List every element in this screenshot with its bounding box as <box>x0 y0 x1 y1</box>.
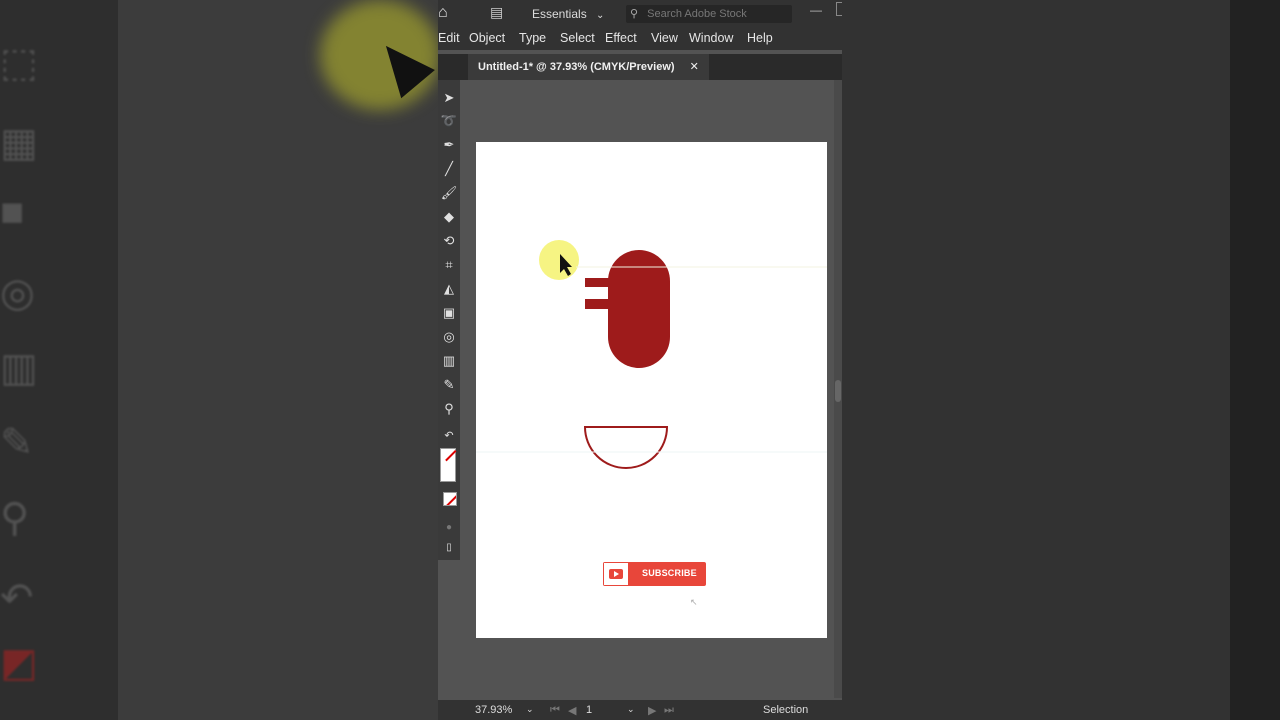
blurred-mesh-icon: ▦ <box>0 121 38 165</box>
menu-type[interactable]: Type <box>519 31 546 45</box>
home-icon[interactable]: ⌂ <box>438 4 448 22</box>
artboard-number[interactable]: 1 <box>586 704 592 716</box>
minimize-icon[interactable]: — <box>810 3 822 17</box>
shape-builder-tool-icon[interactable]: ◭ <box>438 279 460 299</box>
subscribe-label: SUBSCRIBE <box>642 568 697 578</box>
youtube-logo-box <box>603 562 629 586</box>
scroll-thumb[interactable] <box>835 380 841 402</box>
red-prong-bottom[interactable] <box>585 299 609 309</box>
vertical-scrollbar[interactable] <box>834 80 842 698</box>
blurred-artboard-icon: ⬚ <box>0 41 38 85</box>
menu-help[interactable]: Help <box>747 31 773 45</box>
menu-window[interactable]: Window <box>689 31 733 45</box>
blurred-zoom-icon: ⚲ <box>0 496 30 540</box>
tools-panel: ➤ ➰ ✒ ╱ 🖌 ◆ ⟲ ⌗ ◭ ▣ ◎ ▥ ✎ ⚲ ↶ ● ▯ <box>438 80 460 560</box>
graph-tool-icon[interactable]: ▥ <box>438 351 460 371</box>
blurred-fill-icon: ◩ <box>0 641 38 685</box>
pen-tool-icon[interactable]: ✒ <box>438 135 460 155</box>
search-placeholder: Search Adobe Stock <box>647 8 747 20</box>
red-rounded-shape[interactable] <box>608 250 670 368</box>
background-blur-left: ⬚ ▦ ■ ◎ ▥ ✎ ⚲ ↶ ◩ <box>0 0 438 720</box>
next-artboard-icon[interactable]: ▶ <box>648 704 656 717</box>
menu-edit[interactable]: Edit <box>438 31 460 45</box>
workspace-layout-icon[interactable]: ▤ <box>490 4 503 21</box>
gradient-tool-icon[interactable]: ▣ <box>438 303 460 323</box>
last-artboard-icon[interactable]: ⏭ <box>664 704 674 717</box>
application-bar: ⌂ ▤ Essentials ⌄ ⚲ Search Adobe Stock — <box>438 0 842 28</box>
document-tab[interactable]: Untitled-1* @ 37.93% (CMYK/Preview) ✕ <box>468 54 709 80</box>
canvas-area[interactable]: SUBSCRIBE ↖ <box>460 80 834 698</box>
eyedropper-tool-icon[interactable]: ✎ <box>438 375 460 395</box>
zoom-level[interactable]: 37.93% <box>475 704 512 716</box>
chevron-down-icon: ⌄ <box>596 10 605 21</box>
paintbrush-tool-icon[interactable]: 🖌 <box>438 183 460 203</box>
window-frame-edge <box>836 2 842 16</box>
artboard[interactable]: SUBSCRIBE ↖ <box>476 142 827 638</box>
eraser-tool-icon[interactable]: ◆ <box>438 207 460 227</box>
zoom-dropdown-icon[interactable]: ⌄ <box>526 704 534 715</box>
menu-bar: Edit Object Type Select Effect View Wind… <box>438 28 842 50</box>
menu-effect[interactable]: Effect <box>605 31 637 45</box>
rotate-tool-icon[interactable]: ⟲ <box>438 231 460 251</box>
menu-view[interactable]: View <box>651 31 678 45</box>
blurred-blend-icon: ◎ <box>0 271 35 315</box>
blurred-gradient-icon: ■ <box>0 190 25 234</box>
none-color-slash-icon <box>445 493 456 505</box>
screen-mode-icon[interactable]: ▯ <box>438 538 460 558</box>
pointer-cursor-icon: ↖ <box>690 597 698 607</box>
play-triangle-icon <box>614 571 619 577</box>
search-icon: ⚲ <box>630 8 639 20</box>
workspace-switcher[interactable]: Essentials ⌄ <box>532 7 604 21</box>
prev-artboard-icon[interactable]: ◀ <box>568 704 576 717</box>
blurred-graph-icon: ▥ <box>0 346 38 390</box>
lasso-tool-icon[interactable]: ➰ <box>438 111 460 131</box>
search-stock-field[interactable]: ⚲ Search Adobe Stock <box>626 5 792 23</box>
background-right-edge <box>1230 0 1280 720</box>
none-fill-slash-icon <box>445 450 457 462</box>
blurred-eyedropper-icon: ✎ <box>0 421 34 465</box>
subscribe-button[interactable]: SUBSCRIBE <box>603 562 706 586</box>
line-tool-icon[interactable]: ╱ <box>438 159 460 179</box>
menu-select[interactable]: Select <box>560 31 595 45</box>
close-icon[interactable]: ✕ <box>690 61 699 73</box>
none-color-icon[interactable] <box>443 492 457 506</box>
draw-mode-icon[interactable]: ● <box>438 518 460 538</box>
menu-object[interactable]: Object <box>469 31 505 45</box>
document-tab-title: Untitled-1* @ 37.93% (CMYK/Preview) <box>478 61 675 73</box>
first-artboard-icon[interactable]: ⏮ <box>550 704 560 717</box>
blurred-swap-icon: ↶ <box>0 576 34 620</box>
artboard-dropdown-icon[interactable]: ⌄ <box>627 704 635 715</box>
illustrator-window: ⌂ ▤ Essentials ⌄ ⚲ Search Adobe Stock — … <box>438 0 842 720</box>
status-bar: 37.93% ⌄ ⏮ ◀ 1 ⌄ ▶ ⏭ Selection <box>438 700 842 720</box>
workspace-label: Essentials <box>532 7 587 21</box>
half-circle-outline[interactable] <box>583 426 669 469</box>
zoom-tool-icon[interactable]: ⚲ <box>438 399 460 419</box>
swap-colors-icon[interactable]: ↶ <box>438 426 460 446</box>
selection-tool-icon[interactable]: ➤ <box>438 88 460 108</box>
blend-tool-icon[interactable]: ◎ <box>438 327 460 347</box>
red-prong-top[interactable] <box>585 278 609 287</box>
fill-stroke-icon[interactable] <box>440 448 457 482</box>
current-tool-name: Selection <box>763 704 809 716</box>
background-blur-right <box>842 0 1280 720</box>
cursor-highlight <box>539 240 579 280</box>
free-transform-tool-icon[interactable]: ⌗ <box>438 255 460 275</box>
document-tab-bar: Untitled-1* @ 37.93% (CMYK/Preview) ✕ <box>438 54 842 80</box>
